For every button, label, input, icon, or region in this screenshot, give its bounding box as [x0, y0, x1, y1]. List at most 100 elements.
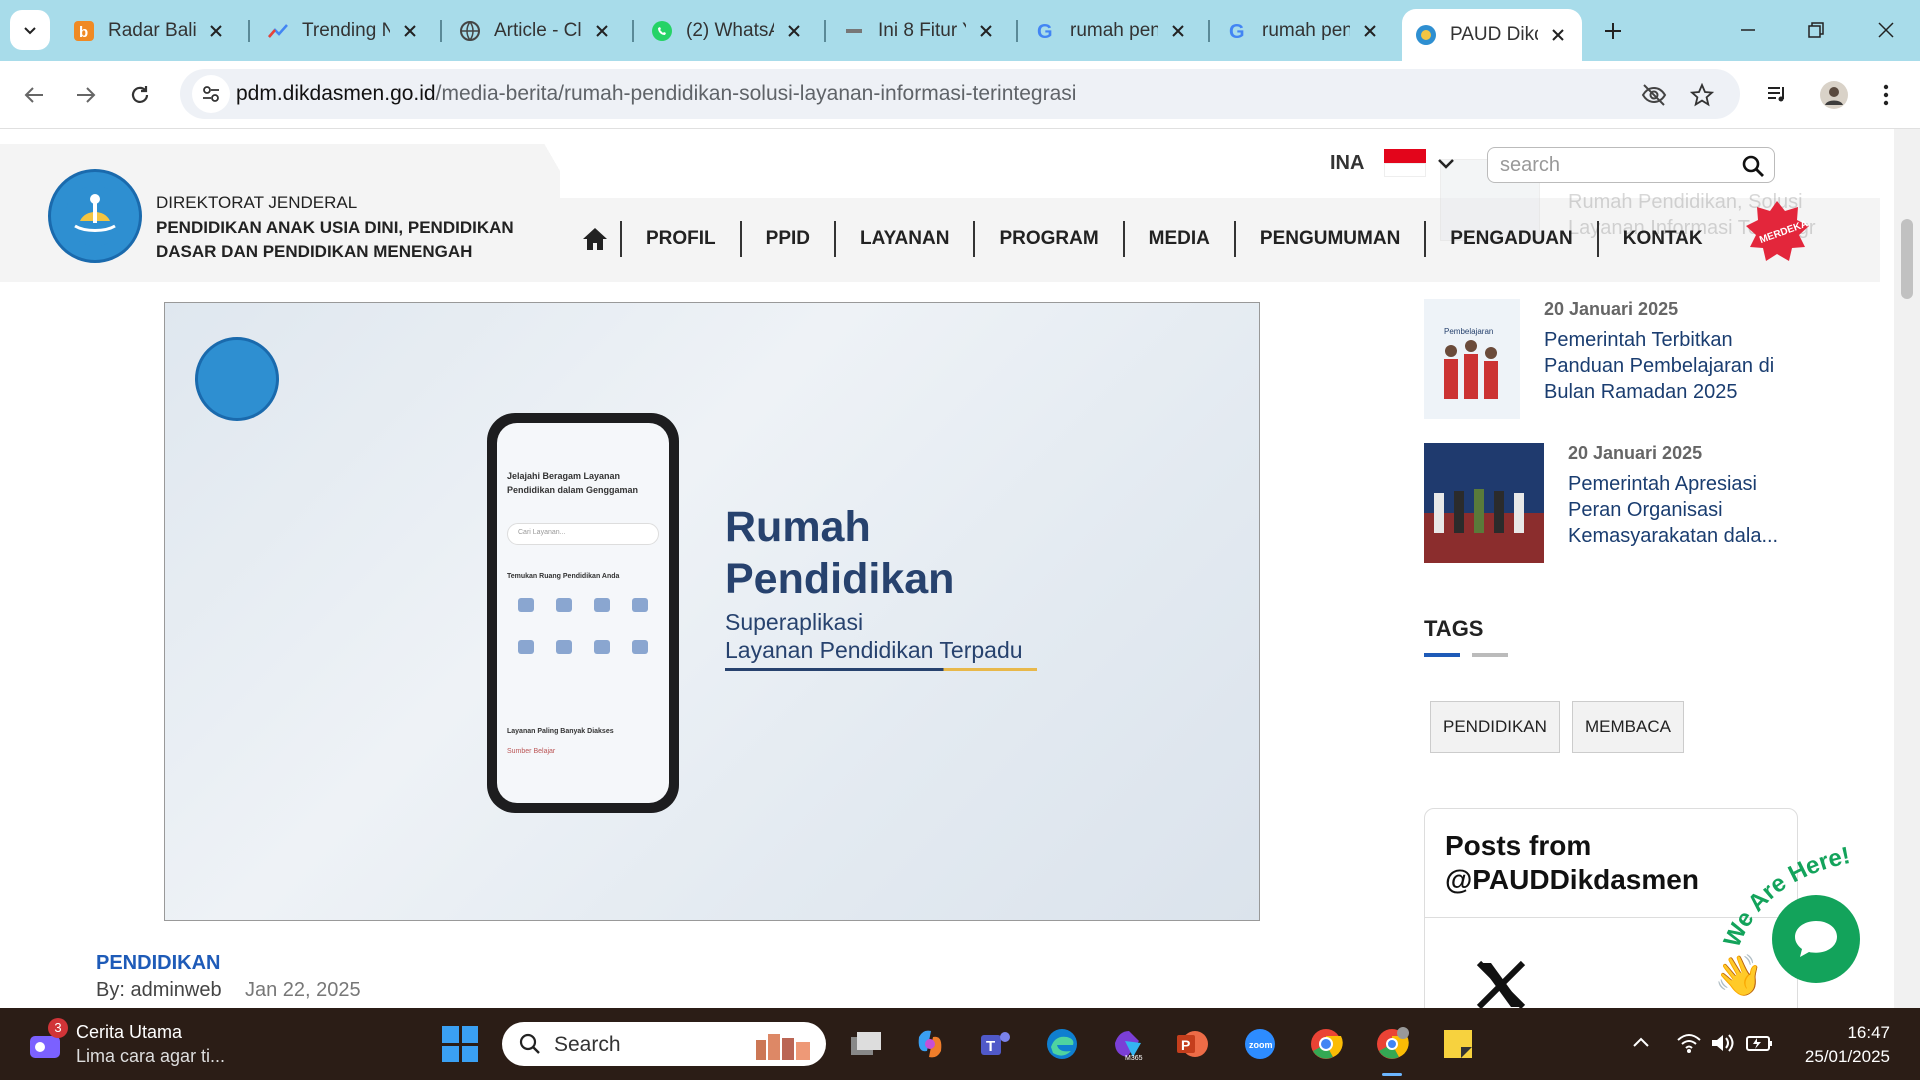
- chat-widget[interactable]: We Are Here! 👋: [1708, 839, 1894, 1009]
- site-logo[interactable]: [48, 169, 142, 263]
- tutwuri-icon: [1414, 23, 1438, 47]
- indonesia-flag-icon[interactable]: [1384, 149, 1426, 177]
- edge-app[interactable]: [1042, 1024, 1082, 1064]
- m365-app[interactable]: M365: [1108, 1024, 1148, 1064]
- nav-pengumuman[interactable]: PENGUMUMAN: [1233, 221, 1424, 257]
- nav-ppid[interactable]: PPID: [739, 221, 834, 257]
- close-tab-icon[interactable]: [1546, 23, 1570, 47]
- page-scrollbar[interactable]: [1894, 129, 1920, 1009]
- reload-icon: [131, 86, 149, 103]
- close-tab-icon[interactable]: [974, 19, 998, 43]
- news-title-link[interactable]: Pemerintah Terbitkan Panduan Pembelajara…: [1544, 327, 1794, 405]
- copilot-app[interactable]: [910, 1024, 950, 1064]
- taskbar-search[interactable]: Search: [502, 1022, 826, 1066]
- tab-separator: [440, 20, 442, 42]
- close-window-button[interactable]: [1862, 12, 1910, 48]
- minimize-button[interactable]: [1724, 12, 1772, 48]
- close-tab-icon[interactable]: [204, 19, 228, 43]
- tab-article[interactable]: Article - Cl: [446, 11, 626, 51]
- close-tab-icon[interactable]: [1166, 19, 1190, 43]
- language-label[interactable]: INA: [1330, 152, 1364, 175]
- browser-tab-strip: b Radar Bali Trending N Article - Cl (2)…: [0, 0, 1920, 61]
- waving-hand-icon: 👋: [1714, 954, 1764, 999]
- close-tab-icon[interactable]: [590, 19, 614, 43]
- speaker-icon: [1712, 1034, 1734, 1052]
- chrome-profile-app[interactable]: [1372, 1024, 1412, 1076]
- tab-google-2[interactable]: G rumah pen: [1214, 11, 1394, 51]
- close-tab-icon[interactable]: [398, 19, 422, 43]
- tab-whatsapp[interactable]: (2) WhatsA: [638, 11, 818, 51]
- tab-fitur[interactable]: Ini 8 Fitur Y: [830, 11, 1010, 51]
- nav-home[interactable]: [570, 221, 620, 257]
- sidebar-news-item[interactable]: Pembelajaran 20 Januari 2025 Pemerintah …: [1424, 299, 1824, 419]
- news-widget-subtitle[interactable]: Lima cara agar ti...: [76, 1046, 225, 1067]
- phone-heading: Jelajahi Beragam Layanan Pendidikan dala…: [507, 471, 639, 495]
- nav-program[interactable]: PROGRAM: [973, 221, 1122, 257]
- zoom-app[interactable]: zoom: [1240, 1024, 1280, 1064]
- browser-menu-button[interactable]: [1870, 79, 1902, 111]
- news-thumbnail[interactable]: Pembelajaran: [1424, 299, 1520, 419]
- start-button[interactable]: [442, 1026, 478, 1062]
- language-chevron-icon[interactable]: [1434, 151, 1458, 175]
- search-input[interactable]: [1500, 153, 1730, 177]
- bookmark-button[interactable]: [1688, 81, 1716, 109]
- tab-paud-active[interactable]: PAUD Dikd: [1402, 9, 1582, 61]
- teams-app[interactable]: T: [976, 1024, 1016, 1064]
- system-clock[interactable]: 16:47 25/01/2025: [1800, 1021, 1890, 1069]
- article-category-link[interactable]: PENDIDIKAN: [96, 952, 220, 975]
- x-logo-icon[interactable]: [1475, 959, 1527, 1009]
- tab-google-1[interactable]: G rumah pen: [1022, 11, 1202, 51]
- chat-open-button[interactable]: [1772, 895, 1860, 983]
- clock-time: 16:47: [1847, 1023, 1890, 1042]
- url-text[interactable]: pdm.dikdasmen.go.id/media-berita/rumah-p…: [236, 82, 1076, 106]
- tab-trending[interactable]: Trending N: [254, 11, 434, 51]
- show-hidden-icons-button[interactable]: [1626, 1028, 1656, 1058]
- trending-icon: [266, 19, 290, 43]
- nav-kontak[interactable]: KONTAK: [1596, 221, 1727, 257]
- copilot-icon: [918, 1030, 942, 1058]
- battery-status[interactable]: [1744, 1028, 1774, 1058]
- nav-profil[interactable]: PROFIL: [620, 221, 740, 257]
- tag-membaca[interactable]: MEMBACA: [1572, 701, 1684, 753]
- chrome-app[interactable]: [1306, 1024, 1346, 1064]
- profile-avatar[interactable]: [1818, 79, 1850, 111]
- new-tab-button[interactable]: [1596, 14, 1630, 48]
- close-tab-icon[interactable]: [782, 19, 806, 43]
- phone-search-text: Cari Layanan...: [518, 529, 566, 536]
- news-title-link[interactable]: Pemerintah Apresiasi Peran Organisasi Ke…: [1568, 471, 1798, 549]
- news-date: 20 Januari 2025: [1544, 299, 1679, 319]
- news-widget-title[interactable]: Cerita Utama: [76, 1022, 182, 1043]
- reload-button[interactable]: [122, 77, 158, 113]
- merdeka-badge-icon[interactable]: MERDEKA: [1740, 199, 1814, 265]
- powerpoint-app[interactable]: P: [1172, 1024, 1212, 1064]
- tab-radar-bali[interactable]: b Radar Bali: [60, 11, 240, 51]
- tracking-protection-button[interactable]: [1640, 81, 1668, 109]
- sticky-notes-app[interactable]: [1438, 1024, 1478, 1064]
- address-bar[interactable]: pdm.dikdasmen.go.id/media-berita/rumah-p…: [180, 69, 1740, 119]
- volume-control[interactable]: [1708, 1028, 1738, 1058]
- wifi-status[interactable]: [1674, 1028, 1704, 1058]
- tag-pendidikan[interactable]: PENDIDIKAN: [1430, 701, 1560, 753]
- notification-badge: 3: [48, 1018, 68, 1038]
- task-view-button[interactable]: [846, 1024, 886, 1064]
- tab-search-button[interactable]: [10, 10, 50, 50]
- nav-layanan[interactable]: LAYANAN: [834, 221, 973, 257]
- site-info-button[interactable]: [192, 75, 230, 113]
- posts-title-line2[interactable]: @PAUDDikdasmen: [1445, 863, 1699, 897]
- restore-button[interactable]: [1792, 12, 1840, 48]
- media-controls-button[interactable]: [1762, 79, 1794, 111]
- news-thumbnail[interactable]: [1424, 443, 1544, 563]
- search-button[interactable]: [1740, 153, 1766, 179]
- close-tab-icon[interactable]: [1358, 19, 1382, 43]
- forward-button[interactable]: [68, 77, 104, 113]
- svg-text:T: T: [986, 1038, 995, 1055]
- arrow-left-icon: [24, 87, 43, 103]
- restore-icon: [1808, 22, 1824, 38]
- nav-pengaduan[interactable]: PENGADUAN: [1424, 221, 1596, 257]
- screen: b Radar Bali Trending N Article - Cl (2)…: [0, 0, 1920, 1080]
- sidebar-news-item[interactable]: 20 Januari 2025 Pemerintah Apresiasi Per…: [1424, 443, 1824, 563]
- nav-media[interactable]: MEDIA: [1122, 221, 1234, 257]
- chrome-profile-icon: [1377, 1027, 1409, 1059]
- back-button[interactable]: [16, 77, 52, 113]
- scrollbar-thumb[interactable]: [1901, 219, 1913, 299]
